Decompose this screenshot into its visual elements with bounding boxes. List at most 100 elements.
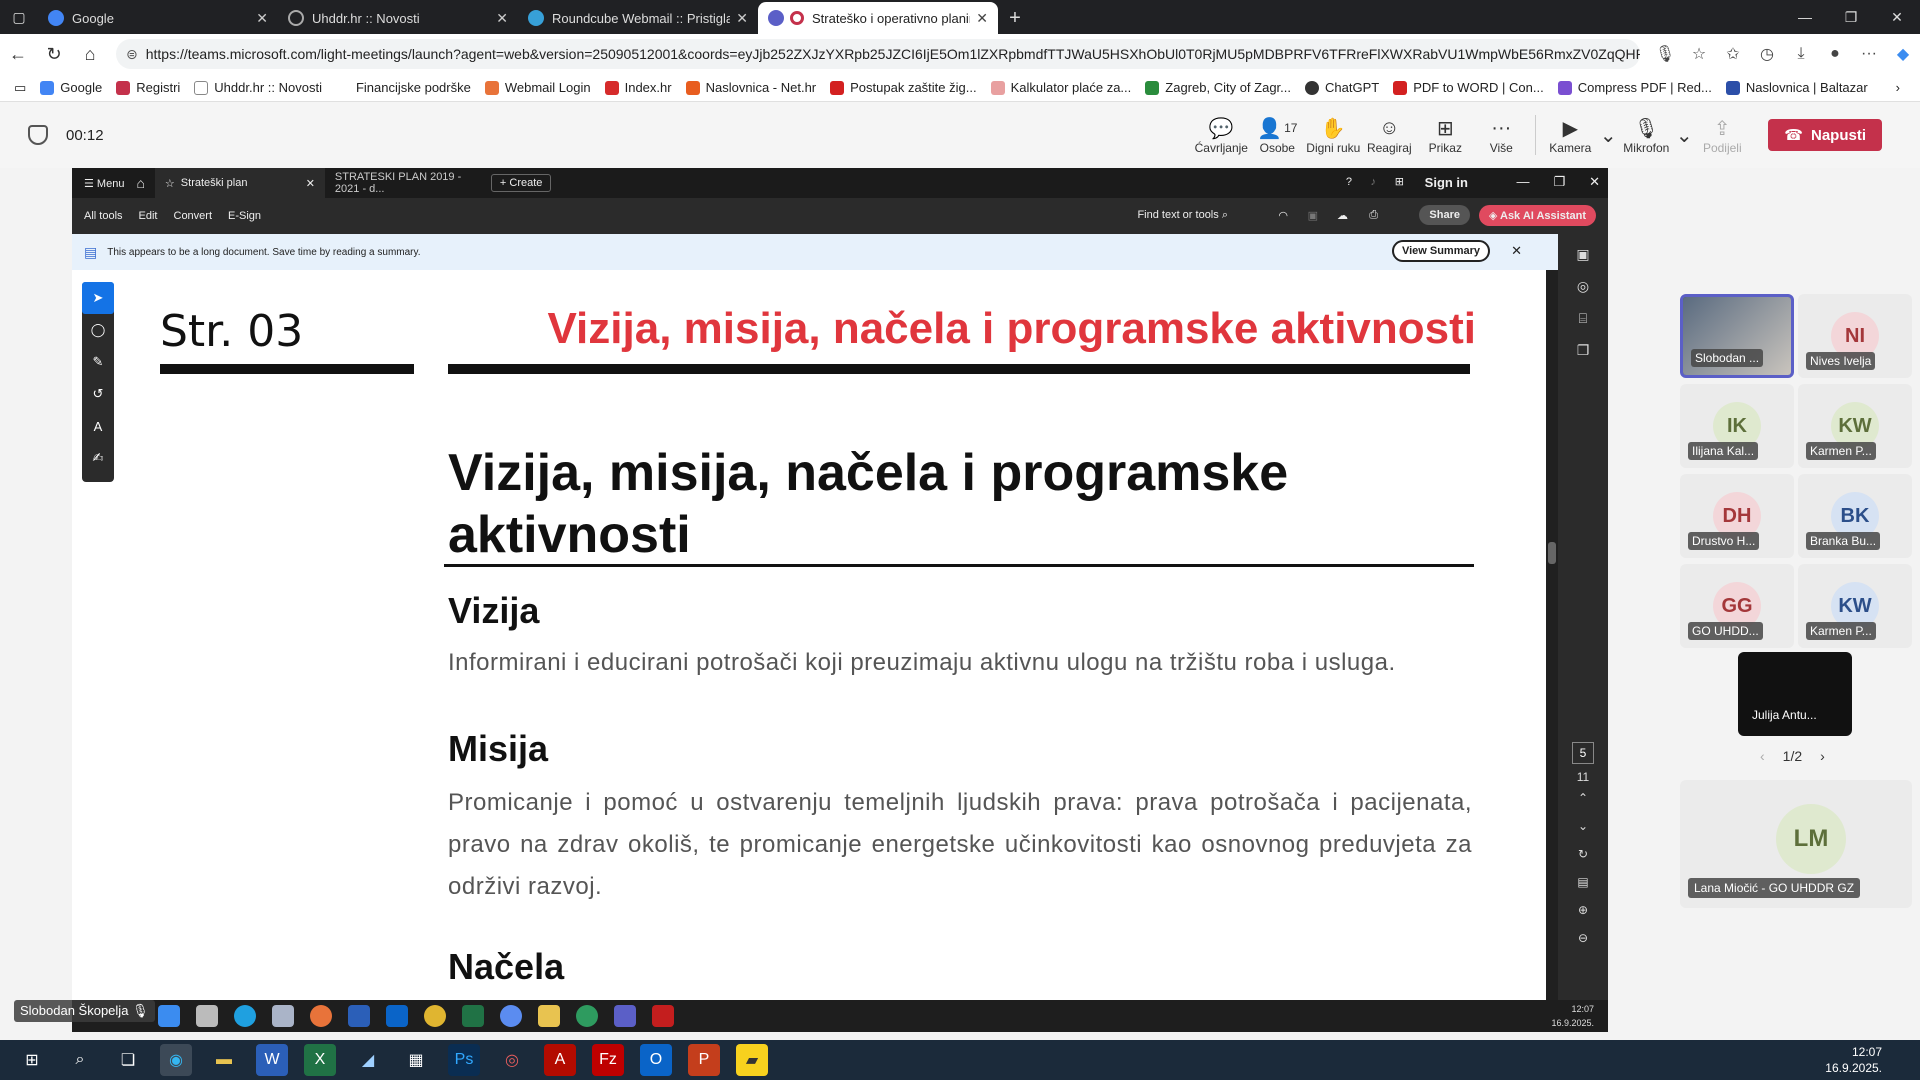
- bookmark-compress[interactable]: Compress PDF | Red...: [1557, 80, 1712, 95]
- camera-button[interactable]: ▶ Kamera: [1542, 115, 1598, 156]
- copilot-icon[interactable]: [158, 1005, 180, 1027]
- rotate-icon[interactable]: ↻: [1578, 840, 1588, 868]
- profile-icon[interactable]: ●: [1818, 37, 1852, 71]
- more-icon[interactable]: ···: [1852, 37, 1886, 71]
- participant-tile[interactable]: Julija Antu...: [1738, 652, 1852, 736]
- home-icon[interactable]: ⌂: [72, 36, 108, 72]
- acrobat-tab[interactable]: STRATESKI PLAN 2019 - 2021 - d...: [325, 168, 485, 198]
- bookmark-registri[interactable]: Registri: [116, 80, 180, 95]
- camera-options-chevron[interactable]: ⌄: [1598, 122, 1618, 148]
- react-button[interactable]: ☺ Reagiraj: [1361, 115, 1417, 156]
- participant-tile[interactable]: DH Drustvo H...: [1680, 474, 1794, 558]
- app-icon[interactable]: [576, 1005, 598, 1027]
- comments-icon[interactable]: ◎: [1558, 270, 1608, 302]
- view-summary-button[interactable]: View Summary: [1391, 240, 1490, 262]
- panel-icon[interactable]: ▣: [1558, 238, 1608, 270]
- text-select-icon[interactable]: A: [82, 410, 114, 442]
- app-icon[interactable]: ◢: [352, 1044, 384, 1076]
- mic-options-chevron[interactable]: ⌄: [1674, 122, 1694, 148]
- chevron-left-icon[interactable]: ‹: [1760, 748, 1765, 764]
- help-icon[interactable]: ?: [1346, 176, 1352, 188]
- bookmark-baltazar[interactable]: Naslovnica | Baltazar: [1725, 80, 1868, 95]
- close-window-icon[interactable]: ✕: [1874, 0, 1920, 34]
- download-icon[interactable]: ⤓: [1784, 37, 1818, 71]
- sign-icon[interactable]: ✍: [82, 442, 114, 474]
- participant-tile-large[interactable]: LM Lana Miočić - GO UHDDR GZ: [1680, 780, 1912, 908]
- favorites-icon[interactable]: ✩: [1716, 37, 1750, 71]
- ai-assistant-button[interactable]: ◈ Ask AI Assistant: [1478, 205, 1596, 226]
- bookmark-webmail[interactable]: Webmail Login: [484, 80, 591, 95]
- close-icon[interactable]: ✕: [496, 10, 508, 27]
- outlook-icon[interactable]: O: [640, 1044, 672, 1076]
- photoshop-icon[interactable]: Ps: [448, 1044, 480, 1076]
- task-view-icon[interactable]: ❏: [112, 1044, 144, 1076]
- teams-icon[interactable]: [614, 1005, 636, 1027]
- back-icon[interactable]: ←: [0, 36, 36, 72]
- participant-tile[interactable]: KW Karmen P...: [1798, 564, 1912, 648]
- participant-tile[interactable]: IK Ilijana Kal...: [1680, 384, 1794, 468]
- people-button[interactable]: 👤 17 Osobe: [1249, 115, 1305, 156]
- system-clock[interactable]: 12:07 16.9.2025.: [1825, 1044, 1882, 1076]
- history-icon[interactable]: ◷: [1750, 37, 1784, 71]
- file-explorer-icon[interactable]: [538, 1005, 560, 1027]
- close-icon[interactable]: ✕: [1589, 174, 1600, 190]
- home-icon[interactable]: ⌂: [136, 175, 144, 191]
- sticky-notes-icon[interactable]: ▰: [736, 1044, 768, 1076]
- menu-button[interactable]: ☰ Menu: [84, 177, 124, 190]
- participant-tile[interactable]: GG GO UHDD...: [1680, 564, 1794, 648]
- zoom-in-icon[interactable]: ⊕: [1578, 896, 1588, 924]
- bookmark-financijske[interactable]: Financijske podrške: [335, 80, 471, 95]
- edit-menu[interactable]: Edit: [139, 210, 158, 222]
- restore-icon[interactable]: ❐: [1553, 174, 1565, 190]
- chrome-icon[interactable]: [424, 1005, 446, 1027]
- participant-tile[interactable]: KW Karmen P...: [1798, 384, 1912, 468]
- tab-actions-icon[interactable]: ▢: [0, 0, 38, 34]
- lasso-icon[interactable]: ↺: [82, 378, 114, 410]
- microphone-icon[interactable]: 🎙: [1648, 37, 1682, 71]
- acrobat-tab-active[interactable]: ☆ Strateški plan ✕: [154, 168, 325, 198]
- chat-button[interactable]: 💬 Ćavrljanje: [1193, 115, 1249, 156]
- calculator-icon[interactable]: ▦: [400, 1044, 432, 1076]
- all-tools-menu[interactable]: All tools: [84, 210, 123, 222]
- minimize-icon[interactable]: —: [1516, 174, 1529, 190]
- participant-tile[interactable]: NI Nives Ivelja: [1798, 294, 1912, 378]
- star-icon[interactable]: ☆: [1682, 37, 1716, 71]
- bookmark-kalkulator[interactable]: Kalkulator plaće za...: [990, 80, 1131, 95]
- bookmark-pdf-word[interactable]: PDF to WORD | Con...: [1393, 80, 1544, 95]
- firefox-icon[interactable]: [310, 1005, 332, 1027]
- fit-page-icon[interactable]: ▤: [1577, 868, 1588, 896]
- close-icon[interactable]: ✕: [256, 10, 268, 27]
- zoom-out-icon[interactable]: ⊖: [1578, 924, 1588, 952]
- print-icon[interactable]: ⎙: [1369, 209, 1378, 222]
- cursor-icon[interactable]: ➤: [82, 282, 114, 314]
- tab-teams-meeting[interactable]: Strateško i operativno planiranje ✕: [758, 2, 998, 34]
- bookmark-zig[interactable]: Postupak zaštite žig...: [830, 80, 977, 95]
- bookmark-chatgpt[interactable]: ChatGPT: [1305, 80, 1379, 95]
- comment-icon[interactable]: ◯: [82, 314, 114, 346]
- reload-icon[interactable]: ↻: [36, 36, 72, 72]
- esign-menu[interactable]: E-Sign: [228, 210, 261, 222]
- close-icon[interactable]: ✕: [306, 177, 315, 190]
- word-icon[interactable]: W: [256, 1044, 288, 1076]
- close-icon[interactable]: ✕: [976, 10, 988, 27]
- bookmark-index[interactable]: Index.hr: [604, 80, 672, 95]
- close-icon[interactable]: ✕: [736, 10, 748, 27]
- new-tab-button[interactable]: +: [998, 2, 1032, 34]
- minimize-icon[interactable]: —: [1782, 0, 1828, 34]
- current-page-field[interactable]: 5: [1572, 742, 1594, 764]
- pen-icon[interactable]: ✎: [82, 346, 114, 378]
- vertical-scrollbar[interactable]: [1546, 270, 1558, 1000]
- bookmark-net[interactable]: Naslovnica - Net.hr: [685, 80, 816, 95]
- tab-google[interactable]: Google ✕: [38, 2, 278, 34]
- file-explorer-icon[interactable]: ▬: [208, 1044, 240, 1076]
- edge-icon[interactable]: ◉: [160, 1044, 192, 1076]
- search-icon[interactable]: ⌕: [64, 1044, 96, 1076]
- view-button[interactable]: ⊞ Prikaz: [1417, 115, 1473, 156]
- read-aloud-icon[interactable]: ◠: [1278, 209, 1288, 222]
- participant-tile[interactable]: BK Branka Bu...: [1798, 474, 1912, 558]
- mic-button[interactable]: 🎙 Mikrofon: [1618, 115, 1674, 156]
- sign-in-button[interactable]: Sign in: [1425, 175, 1468, 190]
- acrobat-icon[interactable]: [652, 1005, 674, 1027]
- restore-icon[interactable]: ❐: [1828, 0, 1874, 34]
- powerpoint-icon[interactable]: P: [688, 1044, 720, 1076]
